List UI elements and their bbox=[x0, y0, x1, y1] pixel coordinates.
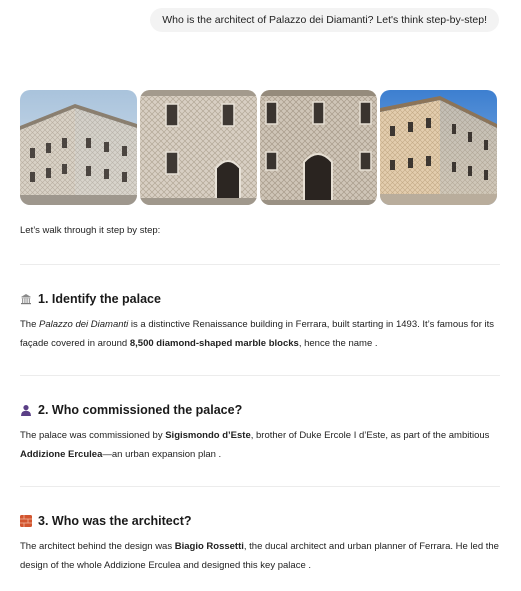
classical-building-icon bbox=[20, 293, 32, 305]
divider bbox=[20, 264, 500, 265]
bust-in-silhouette-icon bbox=[20, 404, 32, 416]
divider bbox=[20, 375, 500, 376]
section-body: The Palazzo dei Diamanti is a distinctiv… bbox=[20, 315, 502, 353]
section-title: 3. Who was the architect? bbox=[38, 514, 192, 528]
palazzo-corner-photo[interactable] bbox=[20, 90, 137, 205]
section-body: The palace was commissioned by Sigismond… bbox=[20, 426, 502, 464]
brick-icon bbox=[20, 515, 32, 527]
section-title: 2. Who commissioned the palace? bbox=[38, 403, 243, 417]
text-run: The palace was commissioned by bbox=[20, 430, 166, 441]
palace-name-italic: Palazzo dei Diamanti bbox=[39, 319, 129, 330]
image-gallery bbox=[20, 90, 497, 205]
divider bbox=[20, 486, 500, 487]
sigismondo-bold: Sigismondo d’Este bbox=[165, 430, 251, 441]
palazzo-corner-sunset-photo[interactable] bbox=[380, 90, 497, 205]
assistant-intro: Let’s walk through it step by step: bbox=[20, 225, 161, 236]
section-body: The architect behind the design was Biag… bbox=[20, 537, 502, 575]
section-architect: 3. Who was the architect? The architect … bbox=[20, 514, 502, 575]
diamond-blocks-bold: 8,500 diamond-shaped marble blocks bbox=[129, 338, 299, 349]
palazzo-entrance-photo[interactable] bbox=[260, 90, 377, 205]
section-identify-palace: 1. Identify the palace The Palazzo dei D… bbox=[20, 292, 502, 353]
text-run: The bbox=[20, 319, 40, 330]
section-title: 1. Identify the palace bbox=[38, 292, 161, 306]
section-heading: 2. Who commissioned the palace? bbox=[20, 403, 502, 417]
biagio-rossetti-bold: Biagio Rossetti bbox=[174, 541, 244, 552]
user-message-bubble: Who is the architect of Palazzo dei Diam… bbox=[150, 8, 499, 32]
text-run: , brother of Duke Ercole I d’Este, as pa… bbox=[250, 430, 490, 441]
section-heading: 1. Identify the palace bbox=[20, 292, 502, 306]
text-run: , hence the name . bbox=[298, 338, 378, 349]
user-message-text: Who is the architect of Palazzo dei Diam… bbox=[162, 14, 487, 26]
text-run: —an urban expansion plan . bbox=[102, 449, 222, 460]
text-run: The architect behind the design was bbox=[20, 541, 175, 552]
palazzo-facade-photo[interactable] bbox=[140, 90, 257, 205]
section-commissioned: 2. Who commissioned the palace? The pala… bbox=[20, 403, 502, 464]
addizione-erculea-bold: Addizione Erculea bbox=[20, 449, 103, 460]
section-heading: 3. Who was the architect? bbox=[20, 514, 502, 528]
